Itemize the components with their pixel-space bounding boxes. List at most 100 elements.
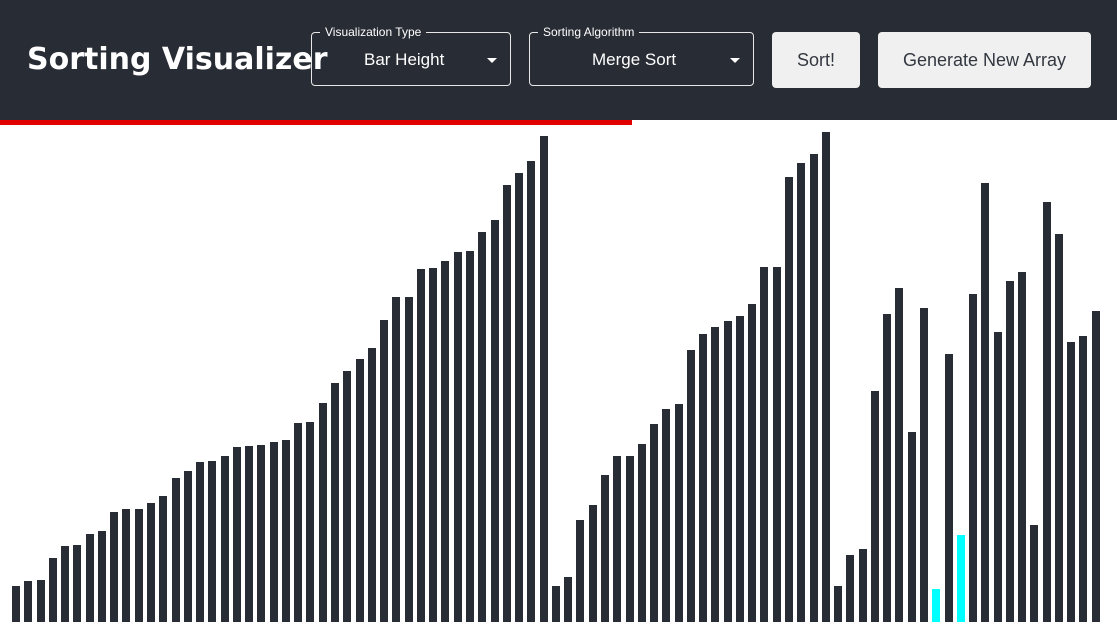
array-bar [48, 558, 57, 622]
array-bar [85, 534, 94, 622]
array-bar [932, 589, 941, 622]
sorting-algorithm-select[interactable]: Sorting Algorithm Merge Sort [529, 25, 754, 86]
array-bar [650, 424, 659, 622]
array-bar [637, 444, 646, 622]
array-bar [1054, 234, 1063, 622]
generate-new-array-button[interactable]: Generate New Array [878, 32, 1091, 88]
array-bar [797, 163, 806, 622]
array-bar [146, 503, 155, 622]
array-bar [564, 577, 573, 622]
array-bar [625, 456, 634, 622]
array-bar [748, 304, 757, 622]
array-bar [1067, 342, 1076, 622]
sorting-algorithm-value: Merge Sort [592, 50, 677, 69]
array-bar [502, 185, 511, 622]
array-bar [662, 409, 671, 622]
array-bar [699, 334, 708, 622]
array-bar [723, 321, 732, 622]
chevron-down-icon [487, 58, 497, 63]
chevron-down-icon [730, 58, 740, 63]
array-bar [576, 520, 585, 622]
array-bar [613, 456, 622, 622]
array-bar [1018, 272, 1027, 622]
array-bar [24, 581, 33, 622]
array-bar [478, 232, 487, 622]
visualization-type-value: Bar Height [364, 50, 445, 69]
array-bar [73, 545, 82, 622]
array-bar [821, 132, 830, 622]
sort-button[interactable]: Sort! [772, 32, 860, 88]
array-bar [318, 403, 327, 622]
array-bar [1005, 281, 1014, 622]
array-bar [306, 422, 315, 622]
array-bar [36, 580, 45, 622]
array-bar [895, 288, 904, 622]
array-bar [711, 327, 720, 622]
array-bar [171, 478, 180, 622]
array-bar [12, 586, 20, 622]
array-bar [294, 423, 303, 622]
array-bar [183, 471, 192, 622]
array-bar [870, 391, 879, 622]
array-bar [429, 268, 438, 622]
array-bar [490, 220, 499, 622]
array-bar [981, 183, 990, 622]
array-bar [527, 161, 536, 622]
array-bar [735, 316, 744, 622]
array-bar [220, 456, 229, 622]
visualization-type-select[interactable]: Visualization Type Bar Height [311, 25, 511, 86]
array-bar [245, 446, 254, 622]
array-bars [0, 125, 1117, 622]
array-bar [367, 348, 376, 622]
array-bar [809, 154, 818, 622]
array-bar [674, 404, 683, 622]
array-bar [588, 505, 597, 622]
array-bar [208, 461, 217, 622]
array-bar [122, 509, 131, 622]
array-bar [772, 267, 781, 622]
array-bar [355, 359, 364, 622]
array-bar [956, 535, 965, 622]
array-bar [1091, 311, 1100, 622]
array-bar [97, 531, 106, 622]
array-bar [404, 297, 413, 622]
array-bar [269, 442, 278, 622]
array-bar [944, 354, 953, 622]
array-bar [907, 432, 916, 622]
array-bar [465, 251, 474, 622]
app-title: Sorting Visualizer [27, 42, 328, 77]
array-bar [846, 555, 855, 622]
array-bar [61, 546, 70, 622]
array-bar [919, 308, 928, 622]
array-bar [1042, 202, 1051, 622]
array-bar [453, 252, 462, 622]
array-bar [515, 173, 524, 622]
app-header: Sorting Visualizer Visualization Type Ba… [0, 0, 1117, 120]
array-bar [883, 314, 892, 622]
array-bar [1030, 525, 1039, 622]
array-bar [969, 294, 978, 622]
array-bar [134, 509, 143, 622]
array-bar [343, 371, 352, 622]
array-bar [232, 447, 241, 622]
array-bar [834, 586, 843, 622]
visualization-type-legend: Visualization Type [320, 25, 427, 39]
array-bar [441, 261, 450, 622]
array-bar [380, 320, 389, 622]
array-bar [257, 445, 266, 622]
array-bar [196, 462, 205, 622]
array-bar [993, 332, 1002, 622]
array-bar [760, 267, 769, 622]
array-bar [858, 549, 867, 622]
array-bar [539, 136, 548, 622]
sorting-algorithm-legend: Sorting Algorithm [538, 25, 640, 39]
array-bar [392, 297, 401, 622]
array-bar [686, 350, 695, 622]
array-bar [416, 269, 425, 622]
array-bar [600, 475, 609, 622]
array-bar [159, 496, 168, 622]
array-bar [281, 440, 290, 622]
array-bar [551, 586, 560, 622]
array-bar [785, 177, 793, 622]
array-bar [331, 383, 340, 622]
